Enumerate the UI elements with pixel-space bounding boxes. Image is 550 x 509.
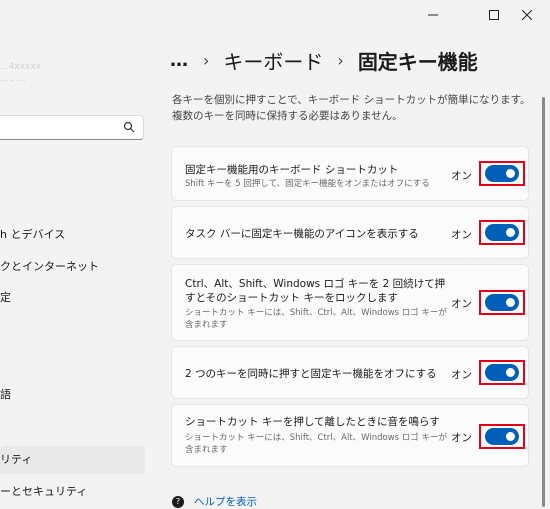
scrollbar[interactable] bbox=[542, 97, 545, 507]
sidebar-item-time-language[interactable]: 語 bbox=[0, 381, 145, 409]
chevron-right-icon: › bbox=[337, 50, 344, 70]
sidebar-item-accessibility[interactable]: リティ bbox=[0, 446, 145, 474]
setting-title: タスク バーに固定キー機能のアイコンを表示する bbox=[185, 228, 419, 240]
sidebar-item-label: ーとセキュリティ bbox=[0, 485, 88, 498]
sidebar-item-label: リティ bbox=[0, 453, 33, 466]
chevron-right-icon: › bbox=[203, 50, 210, 70]
close-button[interactable] bbox=[504, 0, 550, 30]
breadcrumb-keyboard-link[interactable]: キーボード bbox=[223, 46, 323, 75]
highlight-box bbox=[479, 290, 525, 315]
toggle-knob bbox=[506, 368, 515, 377]
sidebar-item-personalization[interactable]: 定 bbox=[0, 284, 145, 312]
minimize-button[interactable] bbox=[410, 0, 456, 30]
setting-card-two-keys-off: 2 つのキーを同時に押すと固定キー機能をオフにする オン bbox=[171, 346, 529, 399]
setting-title: ショートカット キーを押して離したときに音を鳴らす bbox=[185, 416, 440, 428]
sidebar-item-bluetooth-devices[interactable]: h とデバイス bbox=[0, 221, 145, 249]
sidebar-item-label: 語 bbox=[0, 388, 11, 401]
minimize-icon bbox=[428, 14, 438, 16]
title-bar bbox=[0, 0, 550, 30]
toggle-state-label: オン bbox=[451, 229, 472, 241]
setting-card-taskbar-icon: タスク バーに固定キー機能のアイコンを表示する オン bbox=[171, 206, 529, 259]
toggle-state-label: オン bbox=[451, 170, 472, 182]
toggle-knob bbox=[506, 432, 515, 441]
help-icon: ? bbox=[172, 495, 184, 508]
toggle-state-label: オン bbox=[451, 298, 472, 310]
setting-card-sound: ショートカット キーを押して離したときに音を鳴らす ショートカット キーには、S… bbox=[171, 404, 529, 467]
toggle-knob bbox=[506, 228, 515, 237]
page-title: 固定キー機能 bbox=[357, 49, 478, 74]
toggle-knob bbox=[506, 298, 515, 307]
toggle-switch[interactable] bbox=[485, 294, 519, 311]
setting-card-shortcut: 固定キー機能用のキーボード ショートカット Shift キーを 5 回押して、固… bbox=[171, 146, 529, 201]
search-input[interactable] bbox=[0, 115, 144, 140]
highlight-box bbox=[479, 360, 525, 385]
highlight-box bbox=[479, 161, 525, 186]
setting-title: 固定キー機能用のキーボード ショートカット bbox=[185, 164, 399, 176]
maximize-icon bbox=[489, 10, 499, 20]
toggle-switch[interactable] bbox=[485, 428, 519, 445]
setting-subtitle: ショートカット キーには、Shift、Ctrl、Alt、Windows ロゴ キ… bbox=[185, 308, 448, 330]
sidebar-item-label: 定 bbox=[0, 291, 11, 304]
breadcrumb-more-button[interactable]: … bbox=[170, 50, 189, 71]
sidebar-item-label: クとインターネット bbox=[0, 260, 99, 273]
toggle-state-label: オン bbox=[451, 432, 472, 444]
sidebar: ...4xxxxx ...., ... h とデバイス クとインターネット 定 … bbox=[0, 30, 155, 507]
sidebar-item-network-internet[interactable]: クとインターネット bbox=[0, 253, 145, 281]
user-name: ...4xxxxx bbox=[0, 62, 41, 72]
user-email: ...., ... bbox=[0, 74, 26, 84]
toggle-knob bbox=[506, 169, 515, 178]
setting-title: Ctrl、Alt、Shift、Windows ロゴ キーを 2 回続けて押すとそ… bbox=[185, 278, 446, 304]
highlight-box bbox=[479, 424, 525, 449]
setting-subtitle: Shift キーを 5 回押して、固定キー機能をオンまたはオフにする bbox=[185, 179, 430, 189]
setting-title: 2 つのキーを同時に押すと固定キー機能をオフにする bbox=[185, 368, 437, 380]
setting-subtitle: ショートカット キーには、Shift、Ctrl、Alt、Windows ロゴ キ… bbox=[185, 433, 448, 455]
highlight-box bbox=[479, 220, 525, 245]
breadcrumb: … › キーボード › 固定キー機能 bbox=[170, 45, 478, 75]
toggle-state-label: オン bbox=[451, 369, 472, 381]
close-icon bbox=[522, 10, 532, 20]
toggle-switch[interactable] bbox=[485, 224, 519, 241]
search-icon[interactable] bbox=[123, 121, 135, 133]
page-description: 各キーを個別に押すことで、キーボード ショートカットが簡単になります。複数のキー… bbox=[172, 94, 531, 122]
sidebar-item-privacy-security[interactable]: ーとセキュリティ bbox=[0, 478, 145, 506]
toggle-switch[interactable] bbox=[485, 165, 519, 182]
toggle-switch[interactable] bbox=[485, 364, 519, 381]
sidebar-item-label: h とデバイス bbox=[0, 228, 66, 241]
setting-card-lock-shortcut: Ctrl、Alt、Shift、Windows ロゴ キーを 2 回続けて押すとそ… bbox=[171, 264, 529, 341]
